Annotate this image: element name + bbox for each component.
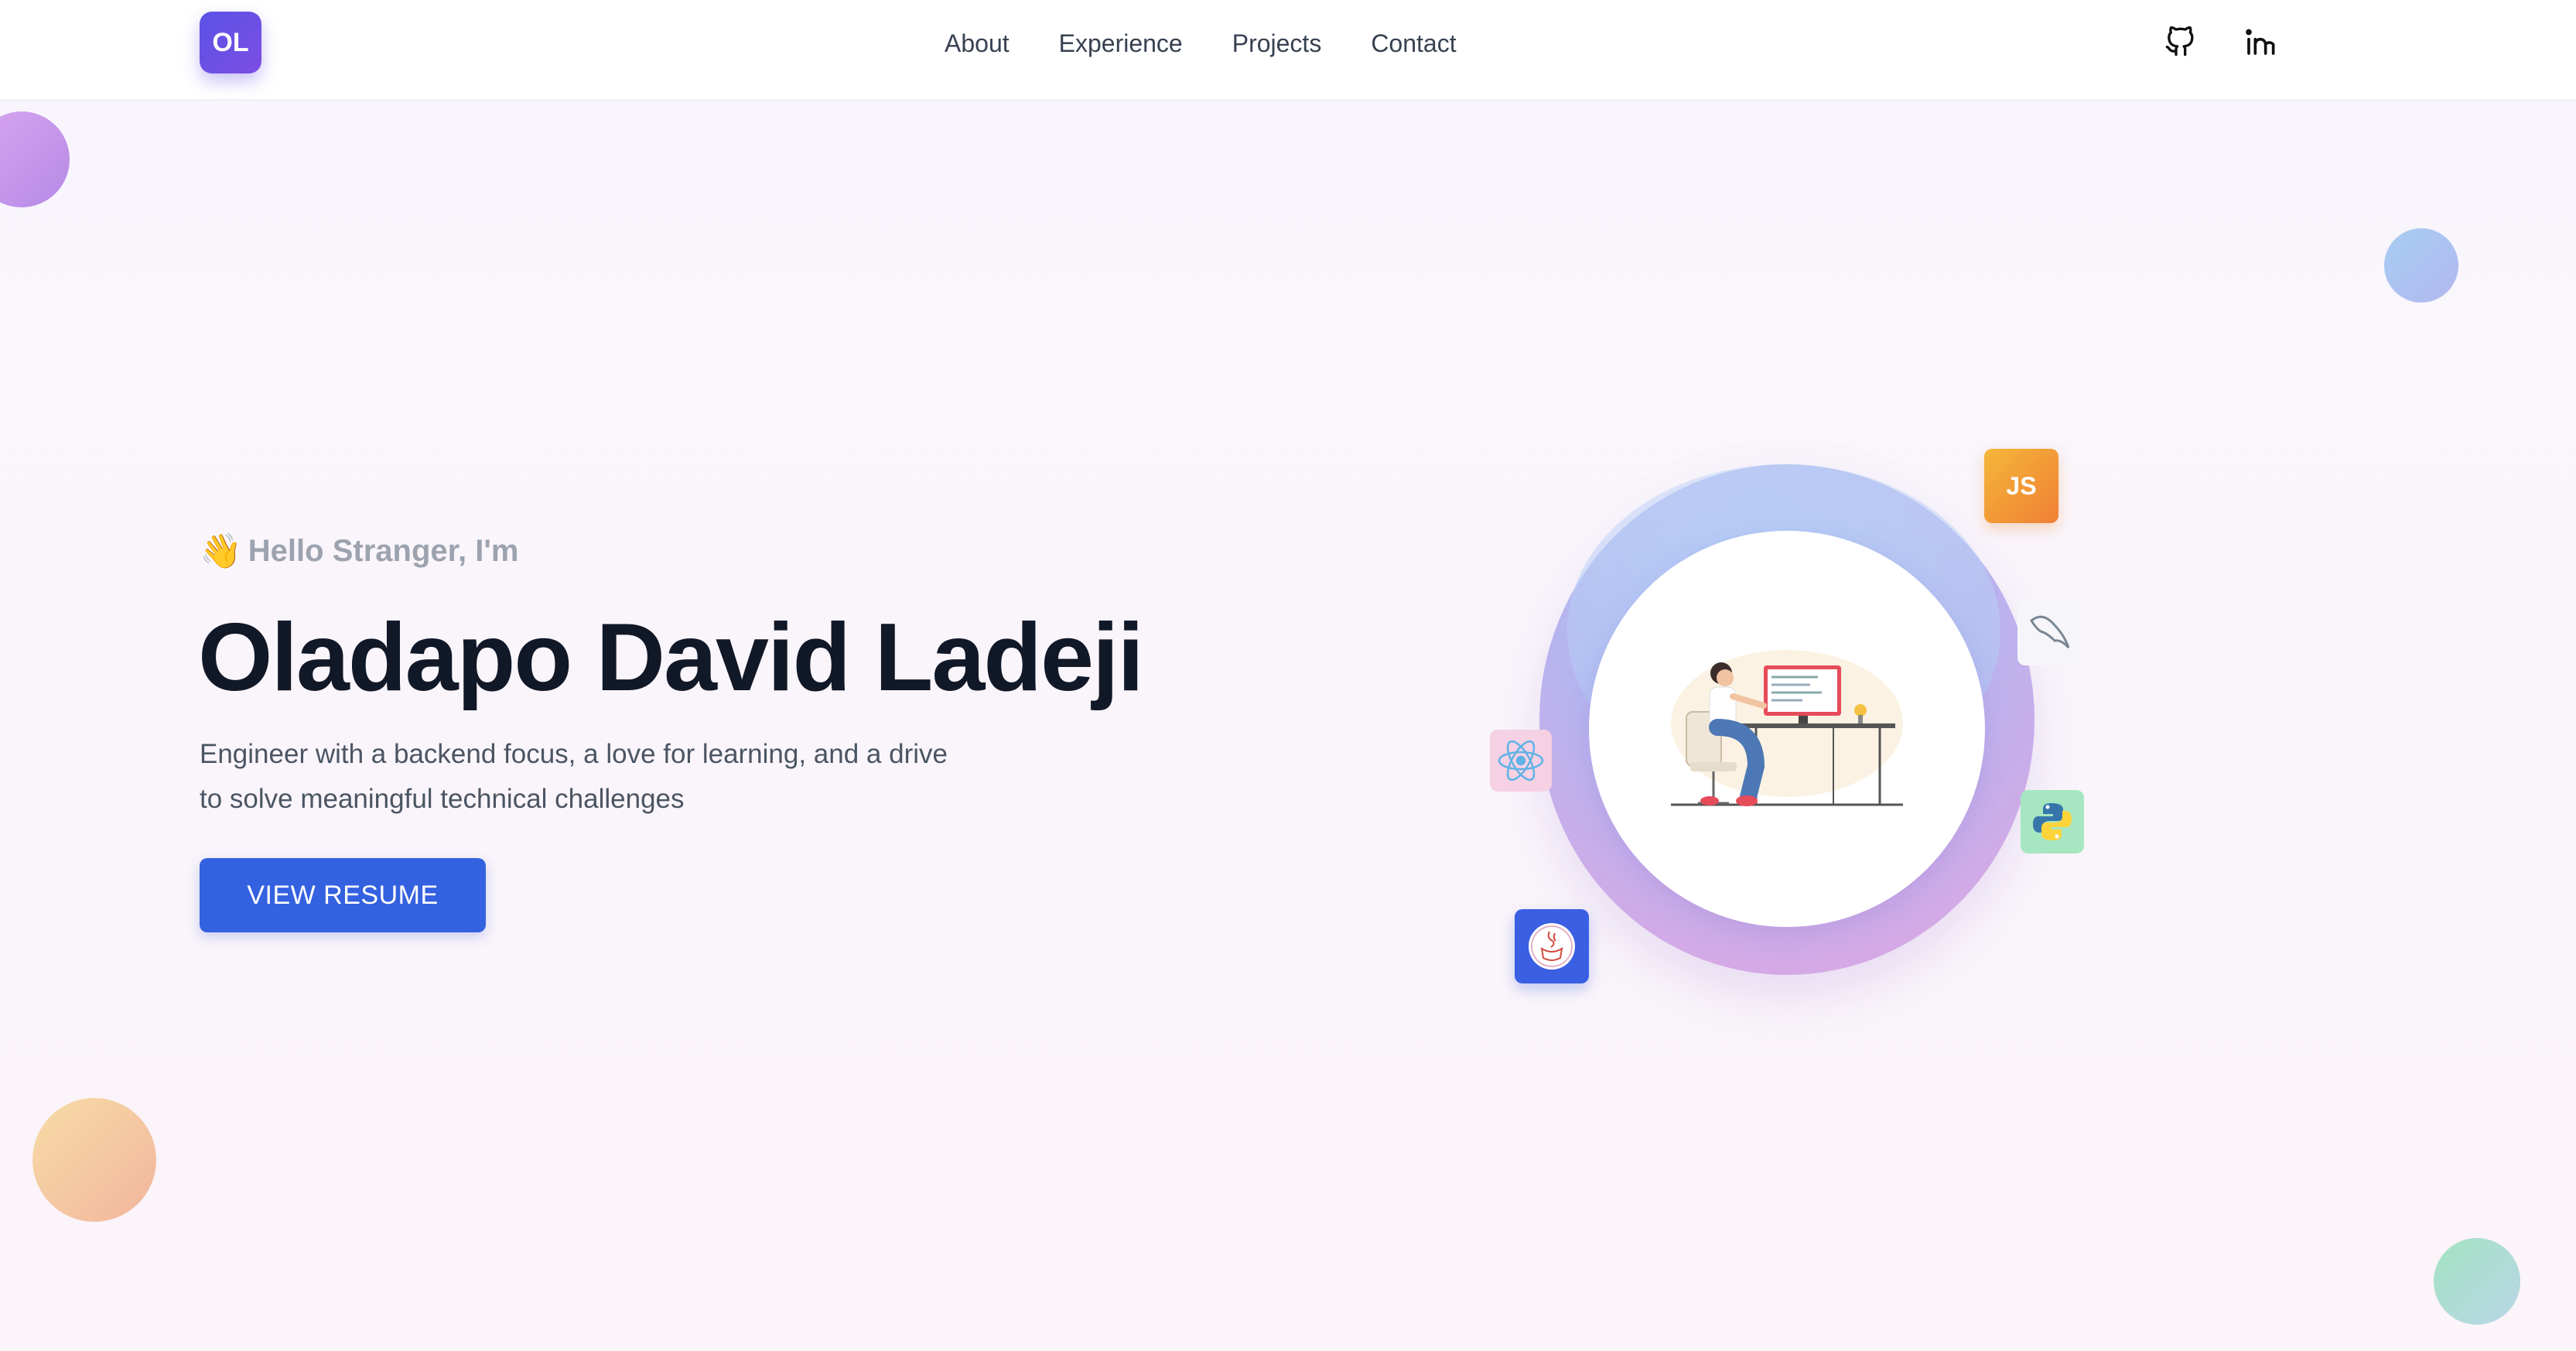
hero-description: Engineer with a backend focus, a love fo… bbox=[200, 739, 948, 814]
nav-link-projects[interactable]: Projects bbox=[1232, 26, 1322, 60]
nav-link-about[interactable]: About bbox=[945, 26, 1010, 60]
javascript-badge: JS bbox=[1984, 449, 2058, 523]
main-menu: About Experience Projects Contact bbox=[945, 26, 1457, 60]
linkedin-icon[interactable] bbox=[2242, 23, 2279, 60]
mysql-icon bbox=[2017, 599, 2084, 665]
hero-name: Oladapo David Ladeji bbox=[198, 604, 1144, 711]
greeting: 👋 Hello Stranger, I'm bbox=[200, 531, 518, 571]
github-icon[interactable] bbox=[2161, 23, 2198, 60]
nav-link-contact[interactable]: Contact bbox=[1371, 26, 1456, 60]
java-icon bbox=[1515, 909, 1589, 983]
decorative-circle bbox=[2434, 1238, 2520, 1325]
greeting-text: Hello Stranger, I'm bbox=[248, 533, 519, 568]
wave-icon: 👋 bbox=[200, 532, 242, 570]
react-icon bbox=[1490, 730, 1552, 792]
python-icon bbox=[2021, 790, 2084, 853]
logo[interactable]: OL bbox=[200, 12, 261, 74]
top-navbar: OL About Experience Projects Contact bbox=[0, 0, 2576, 99]
decorative-circle bbox=[32, 1098, 156, 1222]
view-resume-button[interactable]: VIEW RESUME bbox=[200, 858, 486, 932]
developer-illustration bbox=[1671, 650, 1903, 806]
decorative-circle bbox=[0, 111, 70, 207]
nav-link-experience[interactable]: Experience bbox=[1059, 26, 1183, 60]
decorative-circle bbox=[2384, 228, 2458, 303]
